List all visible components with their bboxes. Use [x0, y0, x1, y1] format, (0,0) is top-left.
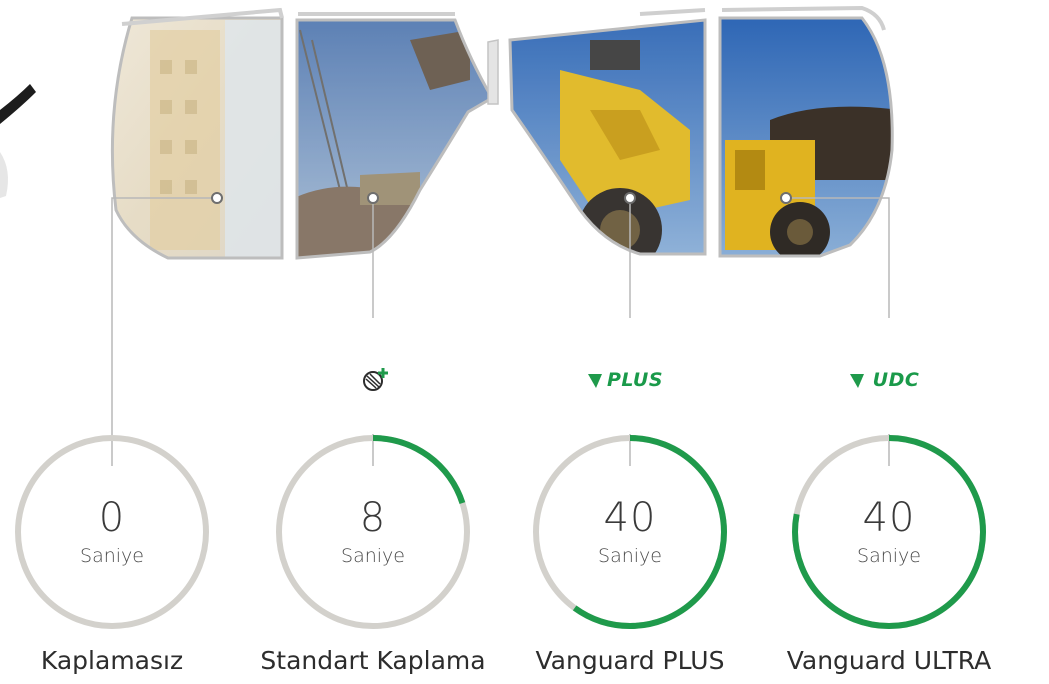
gauge-value-plus: 40: [603, 495, 657, 541]
pointer-dot-plus: [624, 192, 636, 204]
gauge-unit-uncoated: Saniye: [80, 545, 144, 567]
gauge-value-ultra: 40: [862, 495, 916, 541]
anti-fog-plus-icon: [363, 368, 388, 391]
pointer-dot-uncoated: [211, 192, 223, 204]
gauge-unit-ultra: Saniye: [857, 545, 921, 567]
lens-vanguard-ultra: [718, 5, 894, 258]
brand-label-udc: UDC: [872, 369, 920, 391]
temple-arm: [0, 84, 36, 198]
bridge: [487, 39, 499, 105]
lens-vanguard-plus: [508, 8, 707, 256]
lens-standard: [295, 12, 495, 260]
product-name-standard: Standart Kaplama: [260, 646, 486, 675]
lens-uncoated: [110, 7, 284, 260]
pointer-dot-standard: [367, 192, 379, 204]
brand-label-plus: PLUS: [606, 369, 664, 391]
pointer-dot-ultra: [780, 192, 792, 204]
gauge-value-standard: 8: [359, 495, 387, 541]
gauge-value-uncoated: 0: [98, 495, 126, 541]
gauge-unit-standard: Saniye: [341, 545, 405, 567]
fog-comparison-infographic: PLUS UDC 0 Saniye 8 Saniye 40 Saniye 40 …: [0, 0, 1049, 684]
gauge-unit-plus: Saniye: [598, 545, 662, 567]
product-name-plus: Vanguard PLUS: [535, 646, 725, 675]
artwork-layer: [0, 5, 986, 629]
product-name-ultra: Vanguard ULTRA: [786, 646, 992, 675]
